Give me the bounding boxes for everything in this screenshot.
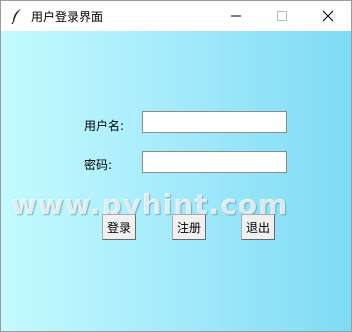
- username-input[interactable]: [142, 111, 287, 133]
- feather-icon: [9, 8, 25, 24]
- close-icon[interactable]: [305, 1, 351, 31]
- login-button[interactable]: 登录: [102, 214, 136, 240]
- login-form-area: 用户名: 密码: www.pyhint.com 登录 注册 退出: [1, 31, 351, 331]
- login-window: 用户登录界面 用户名: 密码: www.pyhint.com 登录 注册 退出: [0, 0, 352, 332]
- register-button[interactable]: 注册: [172, 214, 206, 240]
- window-title: 用户登录界面: [31, 9, 104, 24]
- minimize-icon[interactable]: [213, 1, 259, 31]
- password-label: 密码:: [84, 158, 113, 172]
- maximize-icon[interactable]: [259, 1, 305, 31]
- exit-button[interactable]: 退出: [241, 214, 275, 240]
- title-bar[interactable]: 用户登录界面: [1, 1, 351, 31]
- username-label: 用户名:: [84, 119, 125, 133]
- password-input[interactable]: [142, 151, 287, 173]
